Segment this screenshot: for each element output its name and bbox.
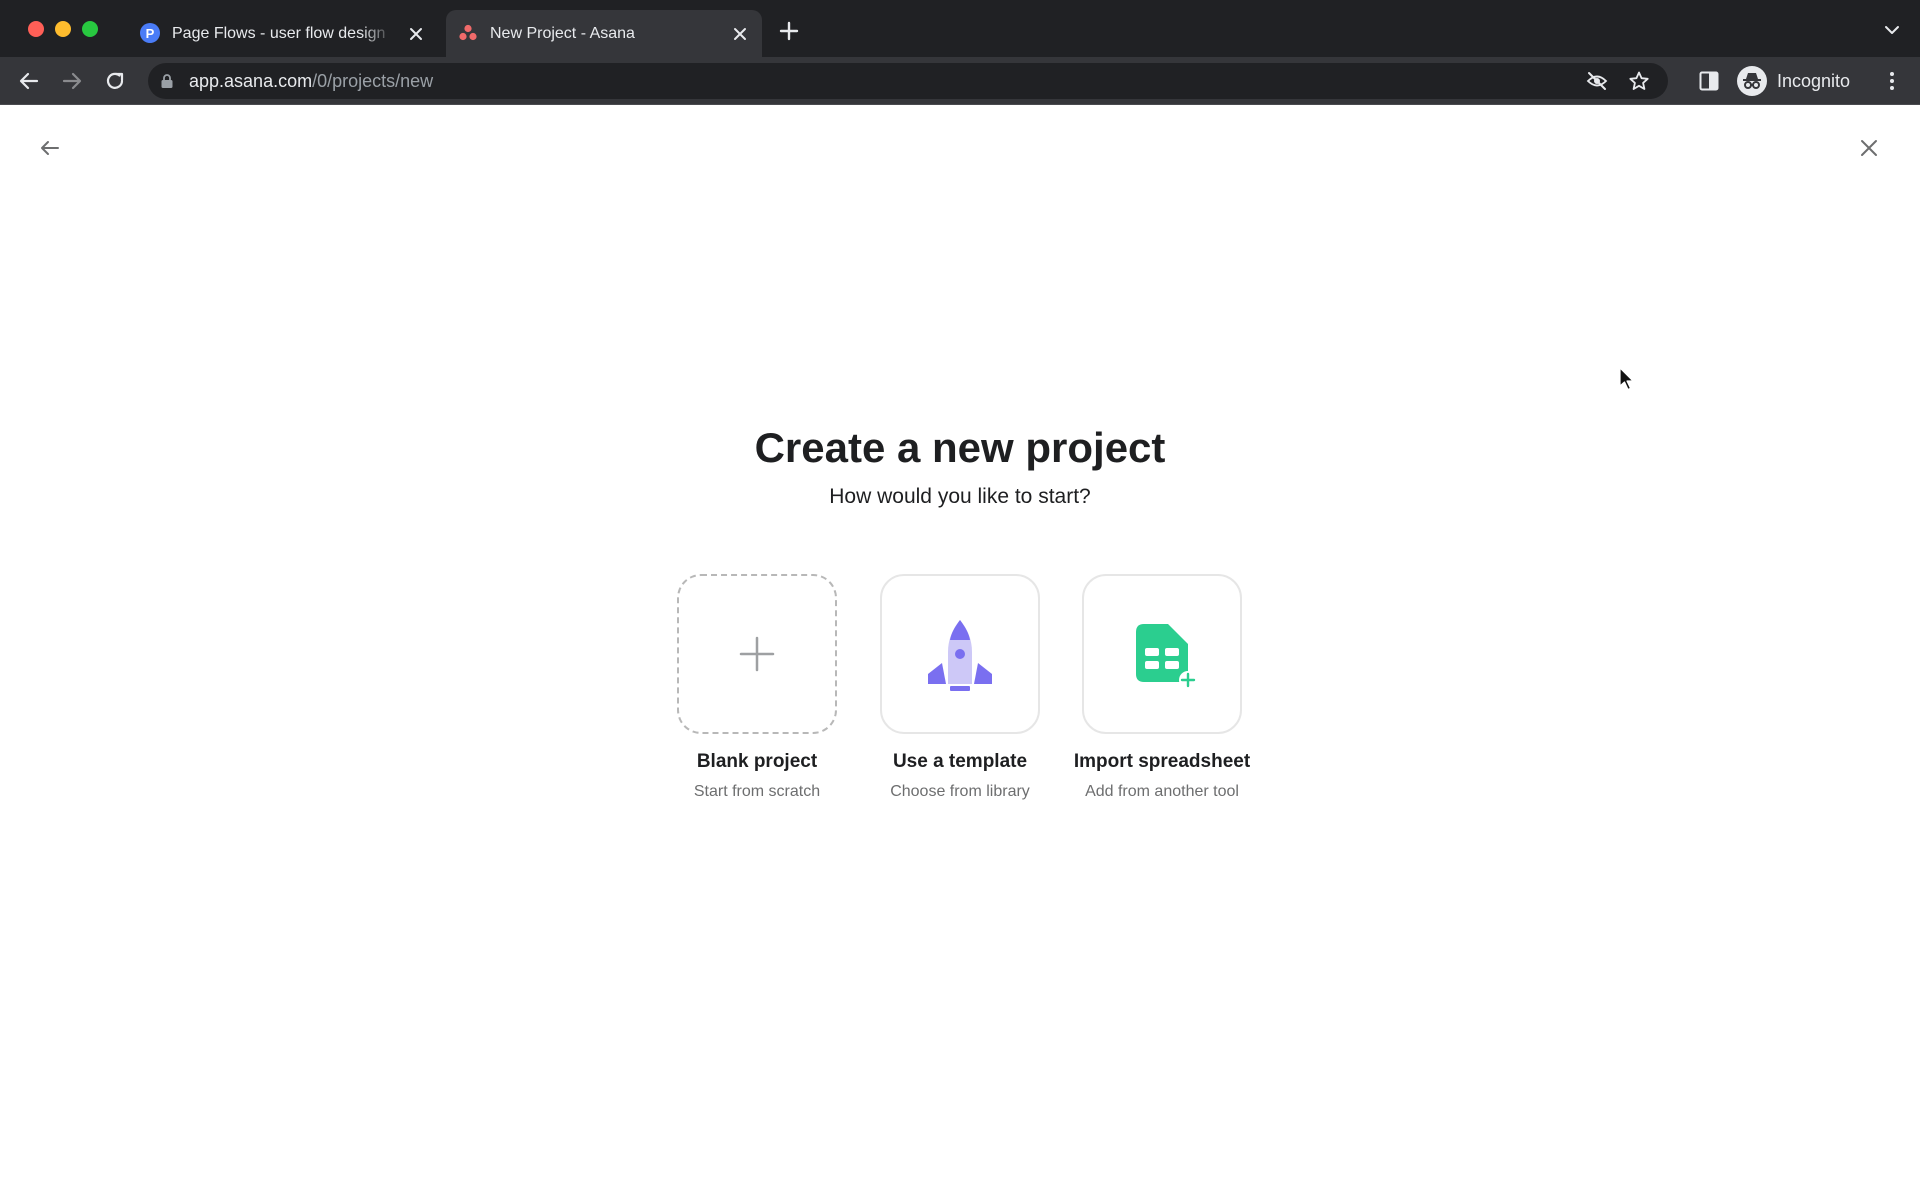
forward-arrow-icon[interactable] (60, 69, 84, 93)
incognito-icon (1737, 66, 1767, 96)
new-project-page: Create a new project How would you like … (0, 106, 1920, 1200)
asana-icon (459, 24, 477, 41)
incognito-label: Incognito (1777, 70, 1851, 91)
use-template-card[interactable] (880, 574, 1040, 734)
close-tab-icon[interactable] (730, 24, 750, 44)
eye-slash-icon[interactable] (1586, 71, 1608, 91)
tab-title: New Project - Asana (490, 25, 635, 42)
address-bar[interactable]: app.asana.com/0/projects/new (148, 63, 1668, 99)
browser-tab-asana[interactable]: New Project - Asana (446, 10, 762, 57)
option-description: Start from scratch (693, 783, 821, 800)
lock-icon[interactable] (160, 73, 174, 89)
close-icon[interactable] (1855, 134, 1883, 162)
use-template-option[interactable]: Use a template Choose from library (860, 574, 1060, 812)
import-spreadsheet-card[interactable] (1082, 574, 1242, 734)
side-panel-icon[interactable] (1698, 70, 1720, 92)
incognito-profile[interactable]: Incognito (1737, 63, 1850, 99)
option-description: Choose from library (890, 783, 1030, 800)
browser-menu-icon[interactable] (1880, 69, 1904, 93)
reload-icon[interactable] (103, 69, 127, 93)
window-close-button[interactable] (28, 21, 44, 37)
option-title: Import spreadsheet (1073, 751, 1251, 772)
window-maximize-button[interactable] (82, 21, 98, 37)
tab-title: Page Flows - user flow design (172, 25, 386, 42)
new-tab-icon[interactable] (778, 20, 800, 42)
option-title: Blank project (696, 751, 818, 772)
page-subtitle: How would you like to start? (829, 485, 1091, 508)
spreadsheet-icon (1136, 624, 1197, 689)
url-text[interactable]: app.asana.com/0/projects/new (189, 71, 433, 91)
back-arrow-icon[interactable] (17, 69, 41, 93)
window-minimize-button[interactable] (55, 21, 71, 37)
import-spreadsheet-option[interactable]: Import spreadsheet Add from another tool (1062, 574, 1262, 812)
option-title: Use a template (892, 751, 1028, 772)
blank-project-option[interactable]: Blank project Start from scratch (657, 574, 857, 812)
browser-toolbar: app.asana.com/0/projects/new Incognito (0, 57, 1920, 105)
page-flows-icon: P (140, 23, 160, 43)
browser-tab-strip: P Page Flows - user flow design New Proj… (0, 0, 1920, 57)
blank-project-card[interactable] (677, 574, 837, 734)
plus-icon (739, 636, 775, 672)
rocket-icon (928, 620, 992, 691)
close-tab-icon[interactable] (406, 24, 426, 44)
mouse-cursor-icon (1619, 367, 1634, 391)
page-title: Create a new project (754, 424, 1166, 471)
tab-search-chevron-icon[interactable] (1884, 24, 1900, 36)
back-arrow-icon[interactable] (36, 134, 64, 162)
svg-text:P: P (146, 26, 155, 41)
bookmark-star-icon[interactable] (1628, 70, 1650, 92)
browser-tab-page-flows[interactable]: P Page Flows - user flow design (128, 10, 438, 57)
option-description: Add from another tool (1085, 783, 1239, 800)
